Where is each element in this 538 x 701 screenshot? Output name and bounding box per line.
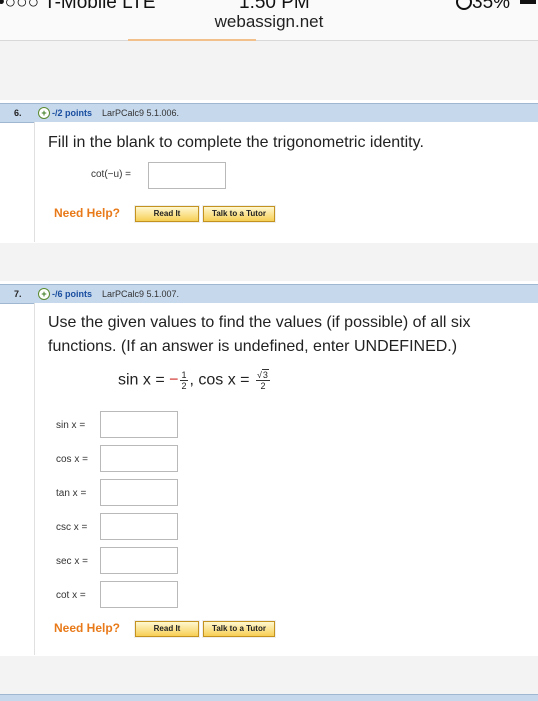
cos-label: , cos x = [189, 371, 254, 389]
battery-icon [520, 0, 536, 4]
question-number: 6. [14, 108, 22, 118]
csc-x-label: csc x = [56, 522, 88, 533]
minus-sign: − [169, 371, 179, 389]
cot-answer-input[interactable] [148, 162, 226, 189]
sqrt-radicand: 3 [261, 369, 269, 380]
tan-x-label: tan x = [56, 488, 87, 499]
sin-fraction: 12 [180, 370, 188, 391]
expand-plus-icon[interactable]: + [38, 107, 50, 119]
question-number: 7. [14, 289, 22, 299]
question-6-header: 6. + -/2 points LarPCalc9 5.1.006. [0, 103, 538, 123]
cos-numerator: √3 [255, 369, 270, 381]
browser-status-bar: •○○○ T-Mobile LTE 1:50 PM 35% webassign.… [0, 0, 538, 42]
sin-denominator: 2 [181, 381, 187, 391]
talk-to-tutor-button[interactable]: Talk to a Tutor [203, 206, 275, 222]
address-bar-url[interactable]: webassign.net [0, 12, 538, 32]
question-code: LarPCalc9 5.1.006. [102, 108, 180, 118]
cos-x-input[interactable] [100, 445, 178, 472]
cot-x-input[interactable] [100, 581, 178, 608]
cos-denominator: 2 [260, 381, 266, 391]
cos-x-label: cos x = [56, 454, 88, 465]
csc-x-input[interactable] [100, 513, 178, 540]
question-code: LarPCalc9 5.1.007. [102, 289, 180, 299]
sin-x-input[interactable] [100, 411, 178, 438]
question-points: -/2 points [52, 108, 92, 118]
page-gap [0, 656, 538, 694]
cos-fraction: √3 2 [255, 369, 270, 391]
question-7-prompt-line2: functions. (If an answer is undefined, e… [48, 338, 458, 355]
sec-x-label: sec x = [56, 556, 88, 567]
question-7-prompt-line1: Use the given values to find the values … [48, 314, 471, 331]
need-help-label: Need Help? [54, 206, 121, 220]
question-7-header: 7. + -/6 points LarPCalc9 5.1.007. [0, 284, 538, 304]
sin-numerator: 1 [180, 370, 188, 381]
page-gap [0, 41, 538, 100]
cot-x-label: cot x = [56, 590, 86, 601]
question-6-prompt: Fill in the blank to complete the trigon… [48, 134, 424, 151]
sin-label: sin x = [118, 371, 170, 389]
sin-x-label: sin x = [56, 420, 86, 431]
talk-to-tutor-button[interactable]: Talk to a Tutor [203, 621, 275, 637]
page-gap [0, 243, 538, 281]
need-help-label: Need Help? [54, 621, 121, 635]
read-it-button[interactable]: Read It [135, 621, 199, 637]
read-it-button[interactable]: Read It [135, 206, 199, 222]
cot-label: cot(−u) = [91, 169, 132, 180]
given-values-formula: sin x = −1 2, cos x = √3 2 [118, 369, 272, 391]
tan-x-input[interactable] [100, 479, 178, 506]
question-points: -/6 points [52, 289, 92, 299]
rotation-lock-icon [456, 0, 472, 10]
sec-x-input[interactable] [100, 547, 178, 574]
expand-plus-icon[interactable]: + [38, 288, 50, 300]
